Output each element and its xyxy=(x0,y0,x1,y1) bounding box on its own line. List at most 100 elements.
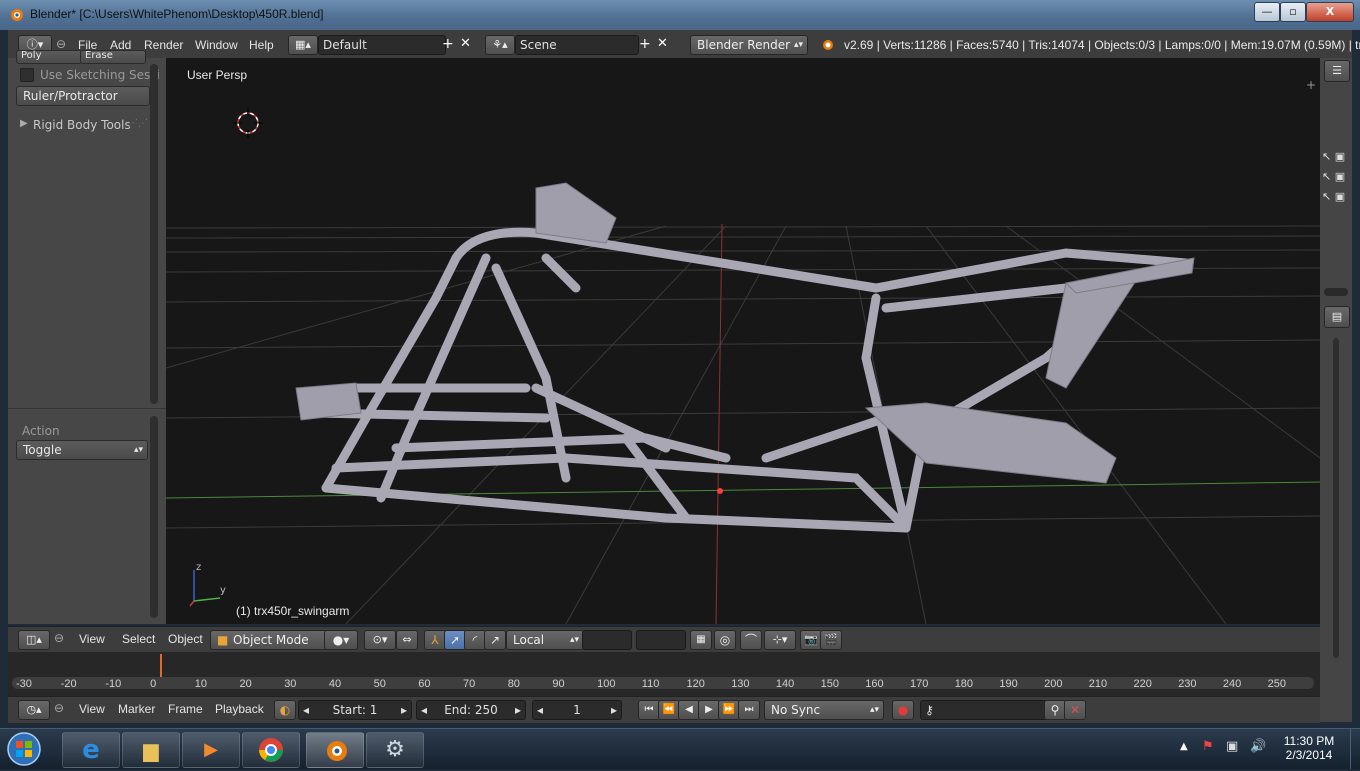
taskbar-file-explorer-icon[interactable]: ▆ xyxy=(122,732,180,768)
render-image-icon[interactable]: 📷 xyxy=(800,630,822,650)
preview-range-icon[interactable]: ◐ xyxy=(274,700,296,720)
editor-type-timeline-button[interactable]: ◷▴ xyxy=(18,700,50,720)
ruler-protractor-button[interactable]: Ruler/Protractor xyxy=(16,86,150,106)
layer-lock-icon[interactable]: ▦ xyxy=(690,630,712,650)
play-button[interactable]: ▶ xyxy=(698,700,720,720)
layout-name-field[interactable]: Default xyxy=(318,35,446,55)
start-button[interactable] xyxy=(4,730,44,768)
remove-scene-icon[interactable]: ✕ xyxy=(657,36,668,51)
proportional-edit-icon[interactable]: ◎ xyxy=(714,630,736,650)
menu-window[interactable]: Window xyxy=(195,38,238,52)
menu-marker[interactable]: Marker xyxy=(118,702,155,716)
translate-active-button[interactable]: ➚ xyxy=(444,630,466,650)
taskbar-blender-icon[interactable] xyxy=(306,732,364,768)
menu-render[interactable]: Render xyxy=(144,38,183,52)
start-frame-field[interactable]: ◂ Start: 1 ▸ xyxy=(298,700,412,720)
render-animation-icon[interactable]: 🎬 xyxy=(820,630,842,650)
minimize-button[interactable]: — xyxy=(1254,2,1280,22)
increment-arrow-icon[interactable]: ▸ xyxy=(611,701,617,719)
taskbar-media-player-icon[interactable]: ▶ xyxy=(182,732,240,768)
add-layout-icon[interactable]: + xyxy=(442,36,454,52)
increment-arrow-icon[interactable]: ▸ xyxy=(401,701,407,719)
menu-help[interactable]: Help xyxy=(249,38,274,52)
outliner-item-icon[interactable]: ↖ ▣ xyxy=(1322,150,1345,163)
remove-layout-icon[interactable]: ✕ xyxy=(460,36,471,51)
proportional-falloff-icon[interactable]: ⌒ xyxy=(740,630,762,650)
menu-playback[interactable]: Playback xyxy=(215,702,264,716)
scale-manipulator-button[interactable]: ↗ xyxy=(484,630,506,650)
render-engine-select[interactable]: Blender Render ▴▾ xyxy=(690,35,808,55)
menu-view[interactable]: View xyxy=(79,702,105,716)
outliner-scrollbar[interactable] xyxy=(1324,288,1348,296)
mode-select[interactable]: ■ Object Mode ▴▾ xyxy=(210,630,340,650)
scene-layers-grid-1[interactable] xyxy=(582,630,632,650)
menu-frame[interactable]: Frame xyxy=(168,702,203,716)
keying-set-field[interactable]: ⚷ xyxy=(920,700,1048,720)
timeline-editor[interactable]: -30 -20 -10 0 10 20 30 40 50 60 70 80 90 100 110 120 130… xyxy=(8,652,1320,696)
action-center-flag-icon[interactable]: ⚑ xyxy=(1202,739,1214,754)
transform-orientation-select[interactable]: Local ▴▾ xyxy=(506,630,584,650)
3d-viewport[interactable]: User Persp + (1) trx450r_swingarm y z xyxy=(166,58,1320,624)
current-frame-marker[interactable] xyxy=(160,654,162,678)
volume-icon[interactable]: 🔊 xyxy=(1250,739,1266,754)
scene-name-field[interactable]: Scene xyxy=(515,35,639,55)
3d-cursor-icon[interactable] xyxy=(233,108,263,138)
jump-end-button[interactable]: ⏭ xyxy=(738,700,760,720)
network-icon[interactable]: ▣ xyxy=(1226,739,1238,754)
translate-manipulator-button[interactable]: ⅄ xyxy=(424,630,446,650)
show-hidden-icons-icon[interactable]: ▲ xyxy=(1180,741,1188,752)
properties-scrollbar[interactable] xyxy=(1333,338,1339,658)
play-reverse-button[interactable]: ◀ xyxy=(678,700,700,720)
decrement-arrow-icon[interactable]: ◂ xyxy=(421,701,427,719)
screen-layout-icon[interactable]: ▦▴ xyxy=(288,35,318,55)
operator-panel-scrollbar[interactable] xyxy=(150,416,158,618)
add-scene-icon[interactable]: + xyxy=(639,36,651,52)
delete-keyframe-button[interactable]: ✕ xyxy=(1064,700,1086,720)
snap-element-select[interactable]: ⊹▾ xyxy=(764,630,796,650)
manipulator-toggle[interactable]: ⇔ xyxy=(396,630,418,650)
menu-view[interactable]: View xyxy=(79,632,105,646)
erase-button[interactable]: Erase xyxy=(80,50,146,64)
jump-start-button[interactable]: ⏮ xyxy=(638,700,660,720)
taskbar-steam-icon[interactable]: ⚙ xyxy=(366,732,424,768)
rigid-body-tools-panel[interactable]: Rigid Body Tools xyxy=(33,118,131,132)
outliner-item-icon[interactable]: ↖ ▣ xyxy=(1322,170,1345,183)
prev-keyframe-button[interactable]: ⏪ xyxy=(658,700,680,720)
decrement-arrow-icon[interactable]: ◂ xyxy=(303,701,309,719)
close-button[interactable]: X xyxy=(1306,2,1354,22)
scene-layers-grid-2[interactable] xyxy=(636,630,686,650)
system-clock[interactable]: 11:30 PM 2/3/2014 xyxy=(1276,734,1342,762)
collapse-menu-icon[interactable]: ⊖ xyxy=(54,701,64,715)
menu-select[interactable]: Select xyxy=(122,632,155,646)
outliner-item-icon[interactable]: ↖ ▣ xyxy=(1322,190,1345,203)
timeline-scrollbar[interactable] xyxy=(12,677,1314,689)
current-frame-field[interactable]: ◂ 1 ▸ xyxy=(532,700,622,720)
show-desktop-button[interactable] xyxy=(1350,729,1360,769)
taskbar-chrome-icon[interactable] xyxy=(242,732,300,768)
poly-button[interactable]: Poly xyxy=(16,50,82,64)
editor-type-3d-button[interactable]: ◫▴ xyxy=(18,630,50,650)
properties-toggle-plus-icon[interactable]: + xyxy=(1306,78,1316,92)
end-frame-field[interactable]: ◂ End: 250 ▸ xyxy=(416,700,526,720)
maximize-button[interactable]: ▫ xyxy=(1280,2,1306,22)
sync-mode-select[interactable]: No Sync ▴▾ xyxy=(764,700,884,720)
collapse-menu-icon[interactable]: ⊖ xyxy=(56,37,66,51)
next-keyframe-button[interactable]: ⏩ xyxy=(718,700,740,720)
outliner-icon[interactable]: ☰ xyxy=(1324,60,1350,82)
panel-collapsed-arrow-icon[interactable]: ▶ xyxy=(20,118,28,129)
auto-keyframe-record-button[interactable]: ● xyxy=(892,700,914,720)
insert-keyframe-button[interactable]: ⚲ xyxy=(1044,700,1066,720)
increment-arrow-icon[interactable]: ▸ xyxy=(515,701,521,719)
menu-object[interactable]: Object xyxy=(168,632,203,646)
properties-icon[interactable]: ▤ xyxy=(1324,306,1350,328)
scene-icon[interactable]: ⚘▴ xyxy=(485,35,515,55)
use-sketching-checkbox[interactable] xyxy=(20,68,34,82)
panel-drag-grip-icon[interactable]: ⋰⋰ xyxy=(128,118,148,129)
decrement-arrow-icon[interactable]: ◂ xyxy=(537,701,543,719)
taskbar-internet-explorer-icon[interactable]: e xyxy=(62,732,120,768)
action-select[interactable]: Toggle ▴▾ xyxy=(16,440,148,460)
tool-shelf-scrollbar[interactable] xyxy=(150,64,158,404)
viewport-shading-select[interactable]: ●▾ xyxy=(324,630,358,650)
collapse-menu-icon[interactable]: ⊖ xyxy=(54,631,64,645)
rotate-manipulator-button[interactable]: ◜ xyxy=(464,630,486,650)
